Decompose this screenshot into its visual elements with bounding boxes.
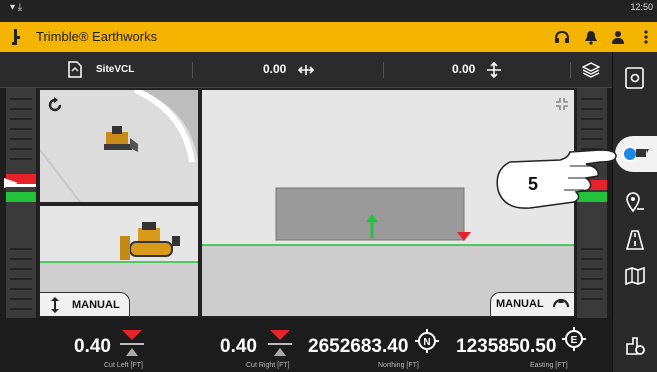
- toolbar-divider: [383, 62, 384, 78]
- trimble-logo-icon: [12, 29, 20, 45]
- design-name[interactable]: SiteVCL: [96, 64, 134, 75]
- map-view-button[interactable]: [617, 258, 653, 294]
- layers-icon[interactable]: [582, 61, 600, 79]
- reset-view-icon[interactable]: [46, 96, 64, 114]
- location-view-button[interactable]: [617, 184, 653, 220]
- map-icon: [625, 266, 645, 286]
- svg-text:N: N: [423, 337, 430, 348]
- bell-icon[interactable]: [583, 29, 599, 45]
- easting-label: Easting [FT]: [530, 362, 568, 369]
- cut-left-icon: [120, 330, 144, 356]
- northing-compass-icon: N: [415, 329, 439, 353]
- design-file-icon[interactable]: [68, 61, 82, 78]
- cut-right-value: 0.40: [220, 336, 257, 357]
- grade-pointer-icon: [4, 178, 18, 188]
- fill-indicator-bar: [6, 192, 36, 202]
- northing-label: Northing [FT]: [378, 362, 419, 369]
- app-title: Trimble® Earthworks: [36, 29, 158, 44]
- callout-number: 5: [528, 174, 539, 194]
- location-pin-icon: [626, 192, 644, 213]
- perspective-view[interactable]: [38, 88, 200, 204]
- tutorial-callout: 5: [490, 130, 620, 214]
- svg-text:E: E: [571, 335, 578, 346]
- road-view-icon: [625, 230, 645, 250]
- right-mode-label: MANUAL: [496, 298, 544, 310]
- easting-value: 1235850.50: [456, 336, 557, 357]
- main-slope-value: 0.00: [452, 62, 476, 76]
- operator-icon[interactable]: [610, 29, 626, 45]
- cut-right-label: Cut Right [FT]: [246, 362, 290, 369]
- northing-value: 2652683.40: [308, 336, 409, 357]
- toolbar-divider: [570, 62, 571, 78]
- cut-right-icon: [268, 330, 292, 356]
- machine-view-icon: [622, 146, 649, 162]
- notification-icons: ▾ ⤓: [10, 2, 23, 13]
- system-status-bar: ▾ ⤓ 12:50: [0, 0, 657, 22]
- machine-settings-icon: [626, 337, 645, 355]
- slope-mode-icon: [552, 298, 570, 308]
- cross-slope-value: 0.00: [263, 62, 287, 76]
- bottom-readout-bar: 0.40 Cut Left [FT] 0.40 Cut Right [FT] 2…: [0, 318, 612, 372]
- guidance-toolbar: SiteVCL 0.00 0.00: [0, 52, 612, 88]
- machine-settings-button[interactable]: [617, 328, 653, 364]
- machine-view-button[interactable]: [615, 136, 657, 172]
- cut-left-value: 0.40: [74, 336, 111, 357]
- headset-icon[interactable]: [554, 29, 570, 45]
- vertical-adjust-icon: [51, 297, 59, 313]
- side-profile-view[interactable]: MANUAL: [38, 204, 200, 318]
- left-grade-indicator: [4, 88, 36, 318]
- toolbar-divider: [192, 62, 193, 78]
- callout-hand-icon: [496, 149, 617, 209]
- left-mode-label: MANUAL: [72, 299, 120, 311]
- system-clock: 12:50: [630, 2, 653, 12]
- settings-list-button[interactable]: [617, 60, 653, 96]
- overflow-menu-icon[interactable]: [638, 29, 654, 45]
- cut-left-label: Cut Left [FT]: [104, 362, 143, 369]
- main-slope-icon: [487, 62, 501, 78]
- app-bar: Trimble® Earthworks: [0, 22, 657, 52]
- easting-compass-icon: E: [562, 327, 586, 351]
- road-view-button[interactable]: [617, 222, 653, 258]
- settings-list-icon: [625, 67, 644, 89]
- cross-slope-icon: [298, 65, 314, 75]
- collapse-view-icon[interactable]: [554, 96, 570, 112]
